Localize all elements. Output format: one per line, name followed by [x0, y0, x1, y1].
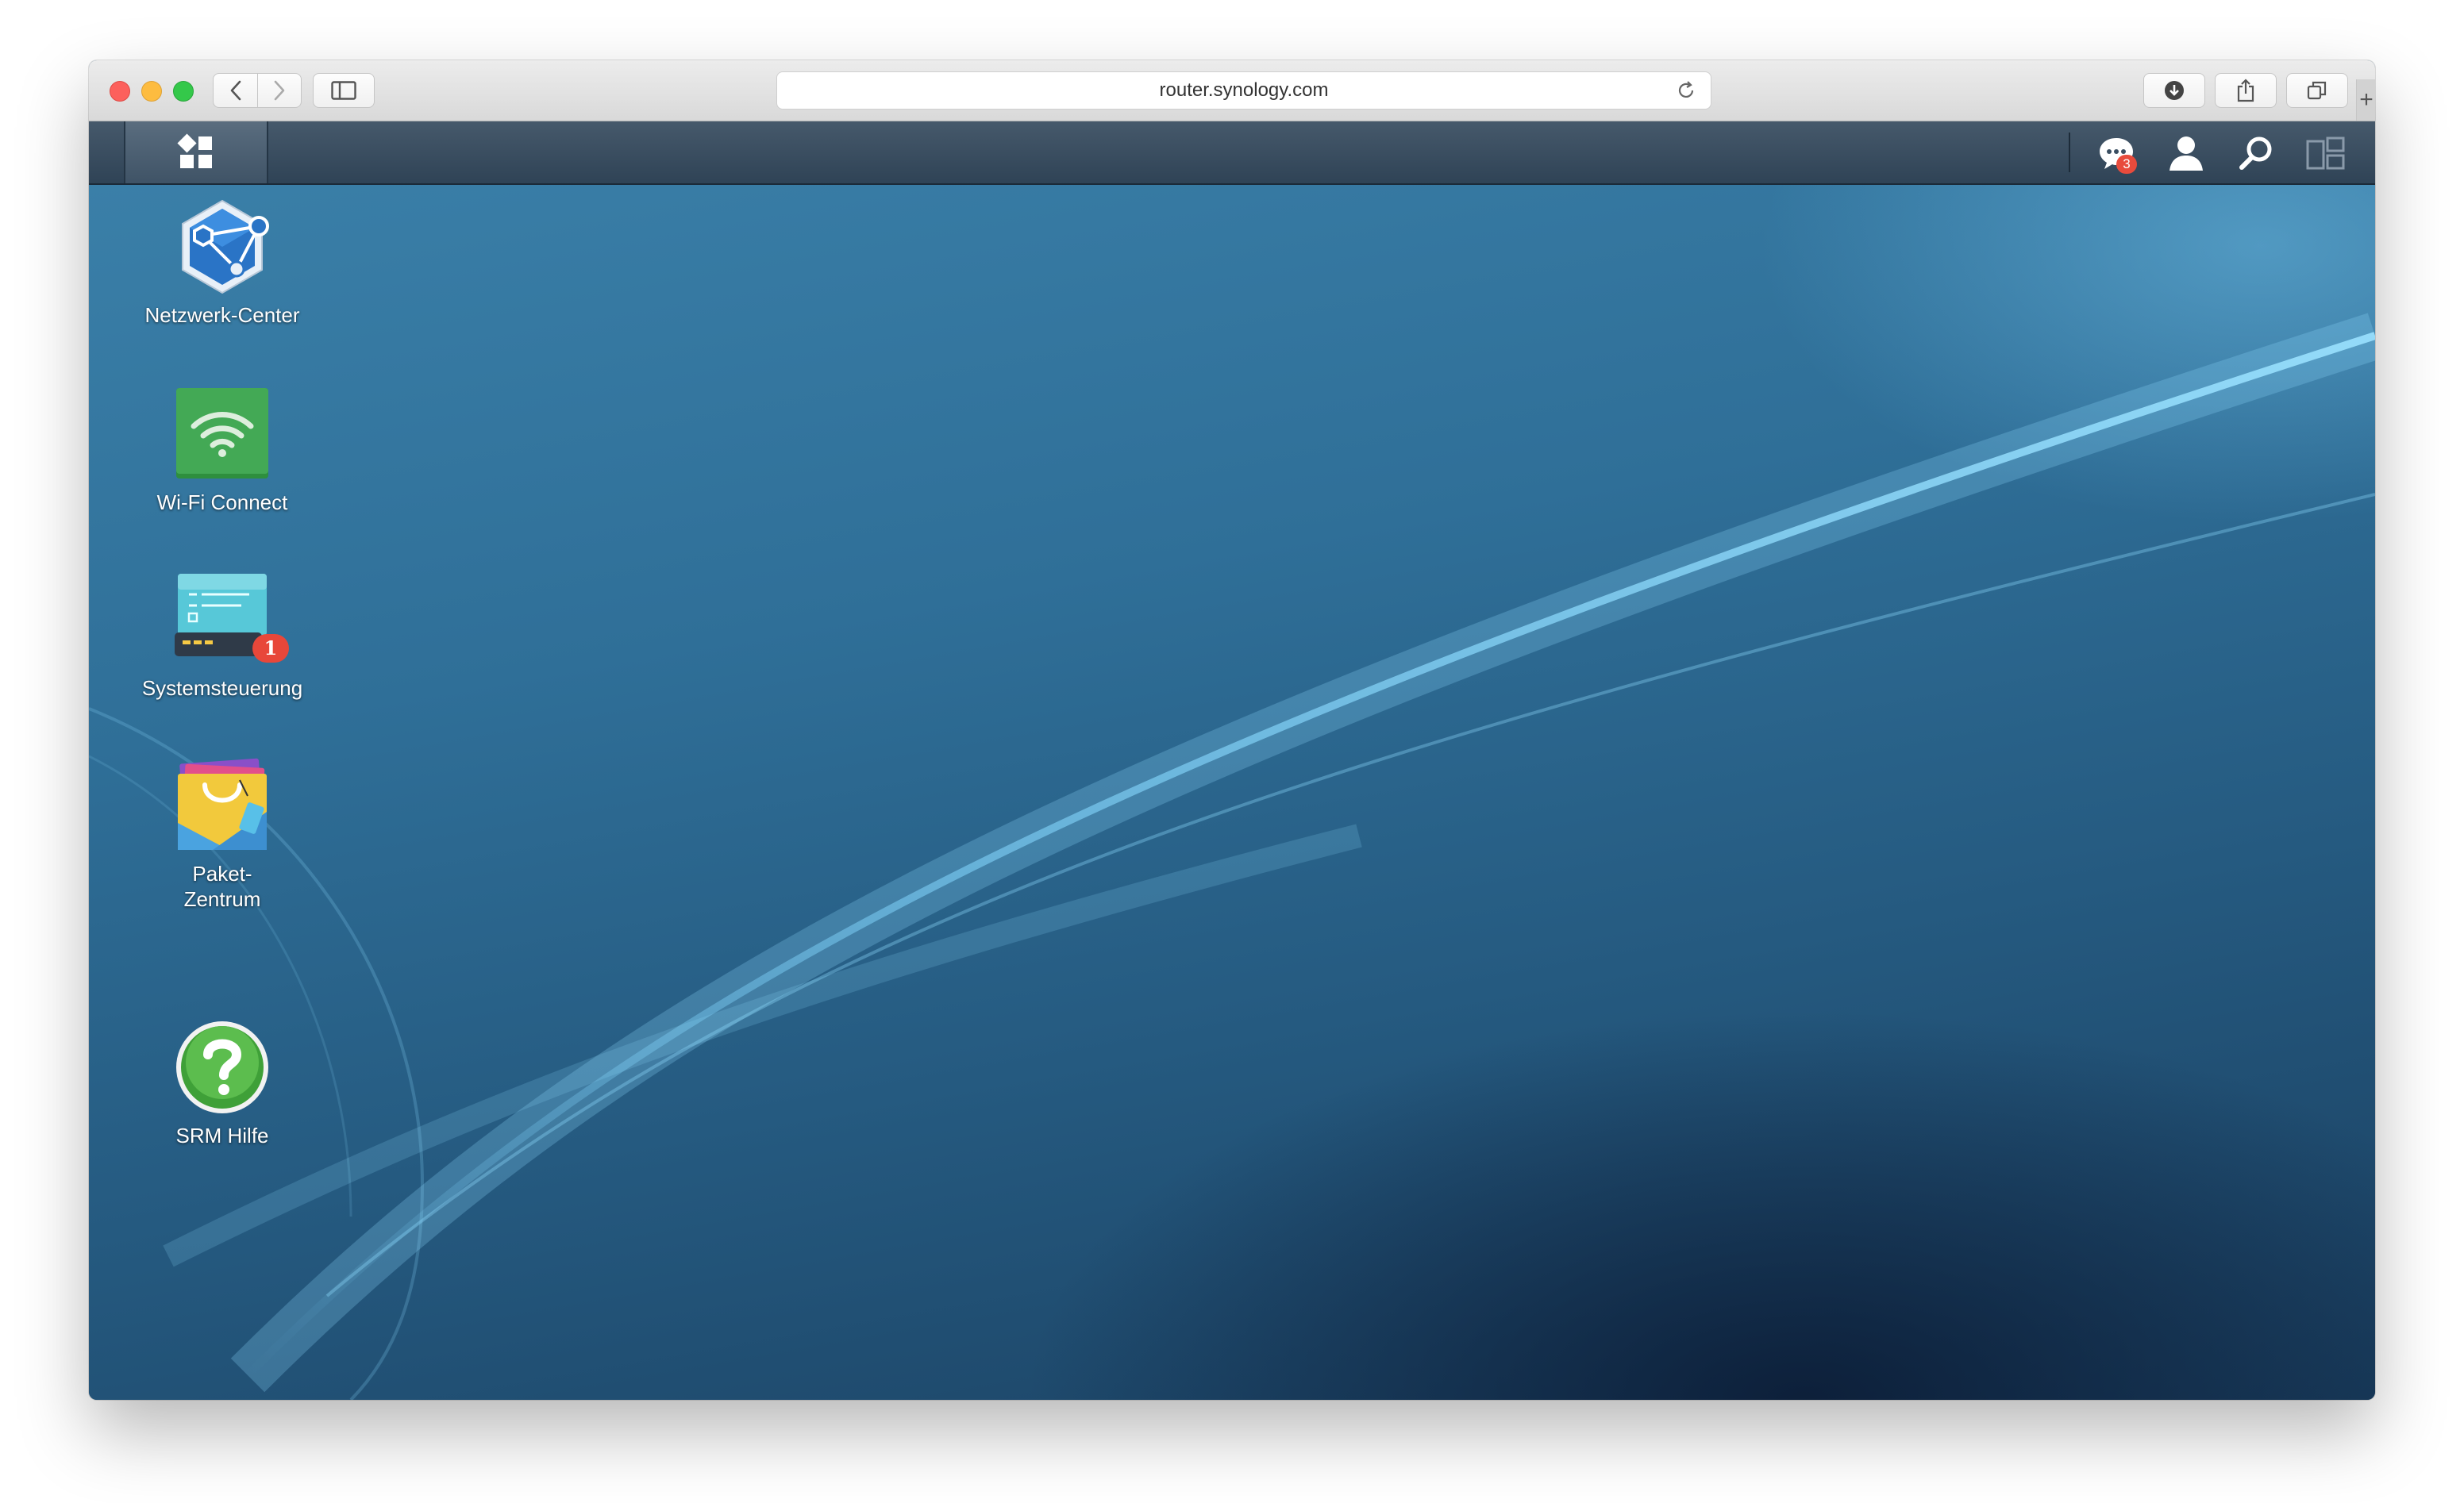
- notifications-button[interactable]: 3: [2094, 131, 2139, 175]
- downloads-button[interactable]: [2143, 73, 2205, 108]
- network-center-icon: [173, 198, 271, 296]
- user-menu-button[interactable]: [2164, 131, 2208, 175]
- app-label-line-2: Zentrum: [183, 887, 261, 911]
- app-label: Paket- Zentrum: [184, 861, 261, 912]
- app-label: SRM Hilfe: [175, 1124, 269, 1147]
- chevron-right-icon: [274, 80, 284, 101]
- sidebar-icon: [331, 81, 356, 100]
- wifi-connect-icon: [173, 385, 271, 483]
- widgets-icon: [2306, 136, 2345, 170]
- app-label: Systemsteuerung: [141, 676, 303, 700]
- minimize-window-button[interactable]: [141, 81, 162, 102]
- history-nav-group: [213, 73, 302, 108]
- main-menu-button[interactable]: [124, 121, 268, 183]
- control-panel-icon: 1: [173, 571, 289, 669]
- wallpaper-swoosh: [89, 313, 2375, 1400]
- desktop-app-package-center[interactable]: Paket- Zentrum: [143, 756, 302, 912]
- back-button[interactable]: [214, 74, 257, 107]
- fullscreen-window-button[interactable]: [173, 81, 194, 102]
- close-window-button[interactable]: [110, 81, 130, 102]
- search-icon: [2239, 136, 2272, 170]
- update-count-badge: 1: [252, 634, 289, 663]
- sidebar-toggle-button[interactable]: [313, 73, 375, 108]
- desktop-app-wifi-connect[interactable]: Wi-Fi Connect: [143, 385, 302, 515]
- reload-icon[interactable]: [1676, 80, 1696, 106]
- help-icon: [173, 1018, 271, 1117]
- download-icon: [2165, 81, 2184, 100]
- url-text: router.synology.com: [1159, 79, 1329, 101]
- srm-desktop: Netzwerk-Center Wi-Fi Connect 1 Systemst…: [89, 185, 2375, 1400]
- browser-toolbar: router.synology.com +: [89, 60, 2375, 121]
- new-tab-button[interactable]: +: [2356, 79, 2375, 121]
- browser-window: router.synology.com + 3 Netzwerk-Center …: [89, 60, 2375, 1400]
- forward-button[interactable]: [256, 74, 301, 107]
- share-icon: [2237, 79, 2254, 102]
- srm-taskbar: 3: [89, 121, 2375, 185]
- user-icon: [2169, 136, 2203, 171]
- main-menu-icon: [177, 133, 212, 168]
- widgets-button[interactable]: [2304, 131, 2348, 175]
- chevron-left-icon: [230, 80, 241, 101]
- desktop-app-srm-help[interactable]: SRM Hilfe: [143, 1018, 302, 1148]
- taskbar-divider: [2069, 133, 2070, 172]
- address-bar[interactable]: router.synology.com: [776, 71, 1711, 110]
- tab-overview-button[interactable]: [2286, 73, 2348, 108]
- desktop-app-network-center[interactable]: Netzwerk-Center: [143, 198, 302, 328]
- share-button[interactable]: [2215, 73, 2277, 108]
- notification-count-badge: 3: [2116, 155, 2137, 174]
- desktop-app-control-panel[interactable]: 1 Systemsteuerung: [141, 571, 303, 701]
- app-label: Wi-Fi Connect: [156, 490, 288, 514]
- tabs-icon: [2307, 81, 2327, 100]
- app-label-line-1: Paket-: [192, 862, 252, 886]
- package-center-icon: [173, 756, 271, 855]
- search-button[interactable]: [2234, 131, 2278, 175]
- app-label: Netzwerk-Center: [144, 303, 300, 327]
